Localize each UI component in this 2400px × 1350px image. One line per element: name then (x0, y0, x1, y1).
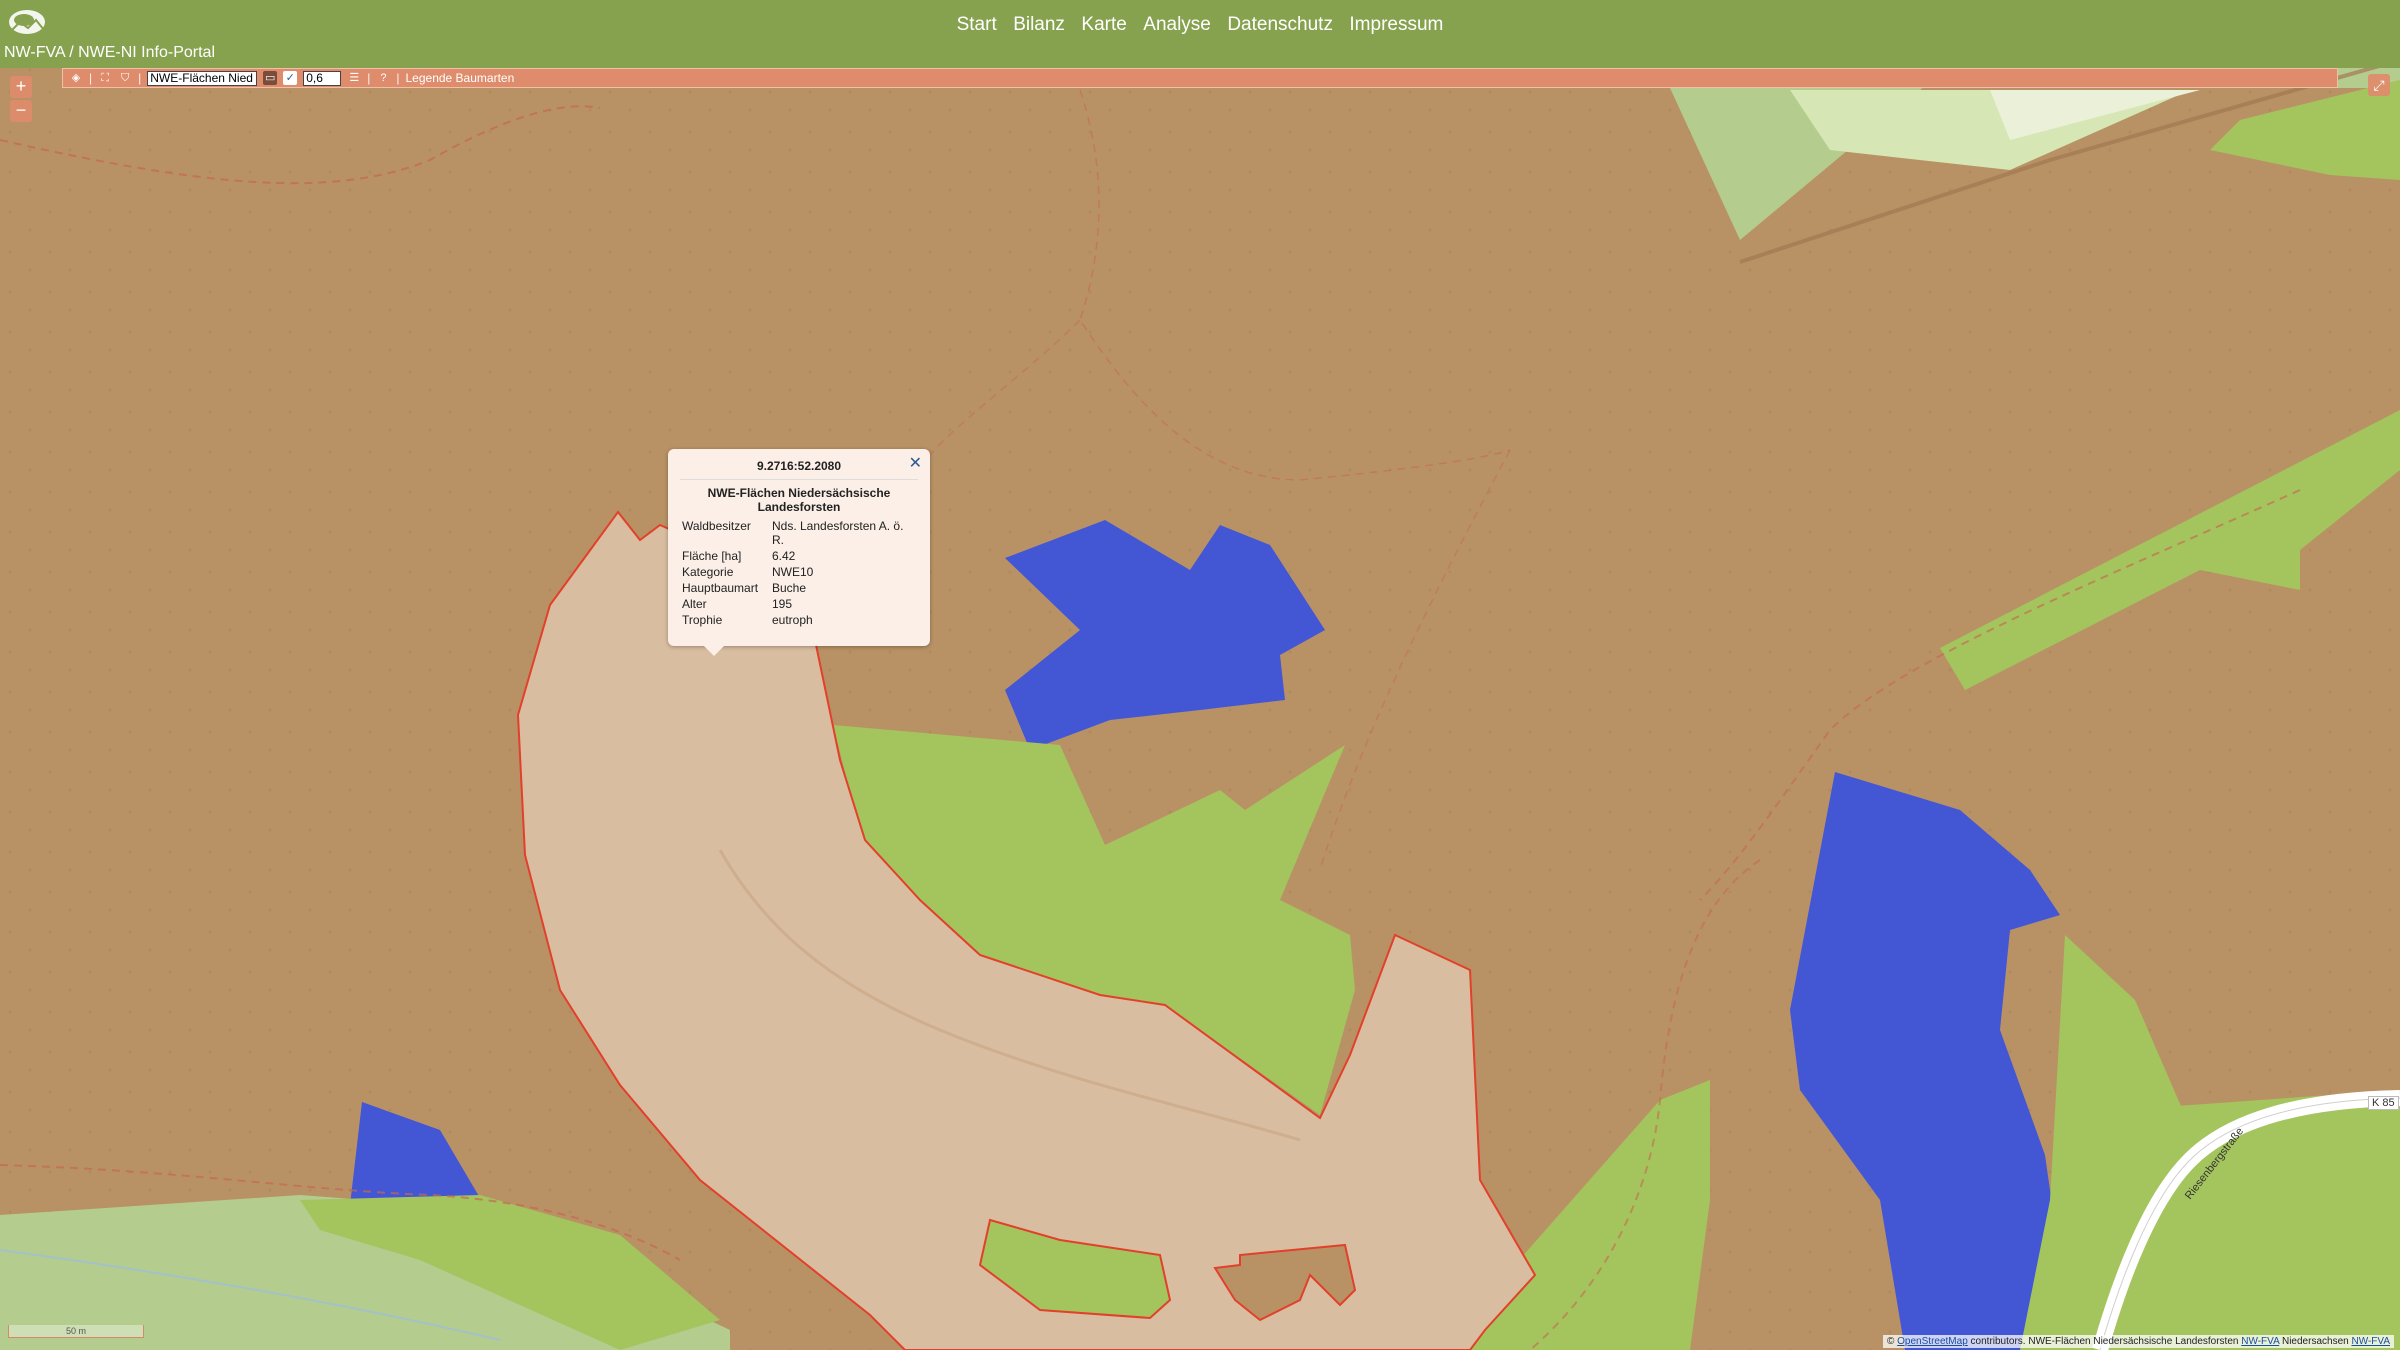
map-canvas[interactable]: Riesenbergstraße (0, 0, 2400, 1350)
toolbar-separator: | (396, 71, 400, 85)
nav-analyse[interactable]: Analyse (1143, 14, 1211, 35)
attr-value: Nds. Landesforsten A. ö. R. (772, 519, 904, 547)
road-label-k85: K 85 (2368, 1096, 2399, 1110)
popup-divider (680, 479, 918, 480)
fullextent-icon[interactable]: ⛶ (98, 71, 112, 85)
attribution-text: contributors. NWE-Flächen Niedersächsisc… (1970, 1336, 2239, 1347)
attribution-text-2: Niedersachsen (2281, 1336, 2349, 1347)
visibility-checkbox[interactable]: ✓ (283, 71, 298, 85)
table-row: Waldbesitzer Nds. Landesforsten A. ö. R. (680, 518, 918, 548)
table-row: Kategorie NWE10 (680, 564, 918, 580)
nav-start[interactable]: Start (957, 14, 997, 35)
attr-value: 195 (772, 597, 793, 611)
table-row: Fläche [ha] 6.42 (680, 548, 918, 564)
nav-impressum[interactable]: Impressum (1349, 14, 1443, 35)
toolbar-separator: | (89, 71, 93, 85)
popup-title: NWE-Flächen Niedersächsische Landesforst… (707, 486, 891, 514)
attr-key: Waldbesitzer (682, 519, 751, 533)
table-row: Hauptbaumart Buche (680, 580, 918, 596)
attr-key: Trophie (682, 613, 723, 627)
attr-value: NWE10 (772, 565, 814, 579)
layers-icon[interactable]: ◈ (69, 71, 83, 85)
zoom-out-button[interactable]: − (10, 100, 32, 122)
attr-key: Alter (682, 597, 707, 611)
toolbar-separator: | (138, 71, 142, 85)
layer-toggle-icon[interactable]: ▭ (263, 71, 278, 85)
popup-coordinates: 9.2716:52.2080 (756, 459, 842, 473)
main-nav: Start Bilanz Karte Analyse Datenschutz I… (0, 14, 2400, 36)
copyright-symbol: © (1887, 1336, 1895, 1347)
table-row: Alter 195 (680, 596, 918, 612)
close-icon[interactable]: ✕ (909, 453, 922, 473)
help-icon[interactable]: ? (376, 71, 390, 85)
attr-value: eutroph (772, 613, 813, 627)
top-header: Start Bilanz Karte Analyse Datenschutz I… (0, 0, 2400, 68)
attr-key: Hauptbaumart (682, 581, 759, 595)
legend-link[interactable]: Legende Baumarten (406, 71, 515, 85)
toolbar-separator: | (367, 71, 371, 85)
list-icon[interactable]: ☰ (347, 71, 361, 85)
attr-key: Fläche [ha] (682, 549, 742, 563)
map-attribution: © OpenStreetMap contributors. NWE-Fläche… (1883, 1335, 2394, 1348)
layer-select[interactable] (147, 70, 258, 86)
info-icon[interactable]: ⛉ (118, 71, 132, 85)
nav-karte[interactable]: Karte (1081, 14, 1126, 35)
map-toolbar: ◈ | ⛶ ⛉ | ▭ ✓ ☰ | ? | Legende Baumarten (62, 68, 2338, 88)
attr-value: Buche (772, 581, 807, 595)
nav-bilanz[interactable]: Bilanz (1013, 14, 1065, 35)
fullscreen-icon[interactable]: ⤢ (2368, 74, 2390, 96)
nav-datenschutz[interactable]: Datenschutz (1227, 14, 1333, 35)
nwfva-link[interactable]: NW-FVA (2241, 1336, 2279, 1347)
portal-title: NW-FVA / NWE-NI Info-Portal (4, 44, 215, 61)
nwfva-link-2[interactable]: NW-FVA (2351, 1336, 2390, 1347)
opacity-input[interactable] (303, 70, 342, 86)
scale-bar: 50 m (8, 1325, 144, 1338)
feature-info-popup: ✕ 9.2716:52.2080 NWE-Flächen Niedersächs… (668, 449, 930, 656)
attr-key: Kategorie (682, 565, 734, 579)
popup-attribute-table: Waldbesitzer Nds. Landesforsten A. ö. R. … (680, 518, 918, 628)
table-row: Trophie eutroph (680, 612, 918, 628)
zoom-in-button[interactable]: + (10, 76, 32, 98)
attr-value: 6.42 (772, 549, 796, 563)
osm-link[interactable]: OpenStreetMap (1897, 1336, 1968, 1347)
